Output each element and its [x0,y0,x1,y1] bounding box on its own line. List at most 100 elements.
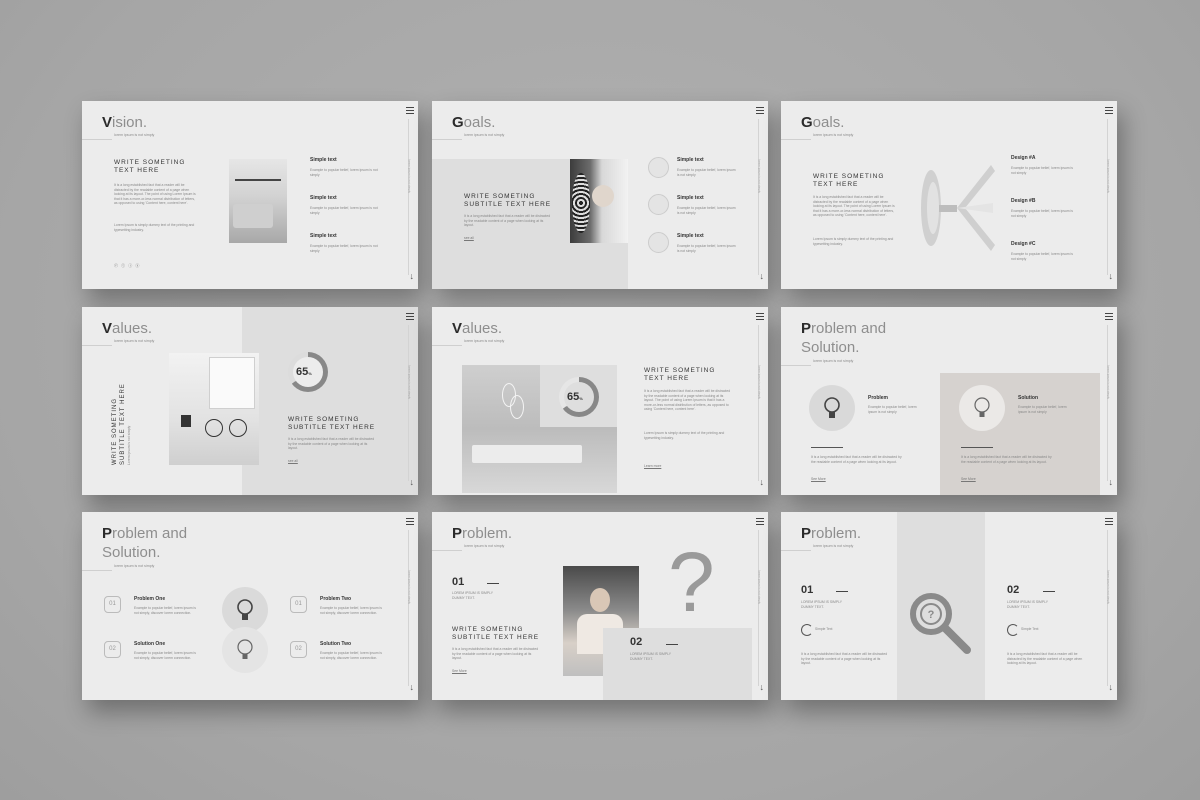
item-desc: Example to popular belief, lorem ipsum i… [320,651,383,660]
see-all-link[interactable]: see all [464,236,474,240]
hamburger-icon[interactable] [406,518,414,525]
step-caption: LOREM IPSUM IS SIMPLY DUMMY TEXT. [630,652,672,661]
arrow-down-icon[interactable]: ↓ [1109,272,1114,281]
arrow-down-icon[interactable]: ↓ [410,478,415,487]
vertical-heading-block: WRITE SOMETING SUBTITLE TEXT HERE Lorem … [112,345,131,465]
arrow-down-icon[interactable]: ↓ [1109,683,1114,692]
vertical-small: Lorem ipsum is not simply [127,425,131,465]
divider [432,345,462,346]
slide-problem-2[interactable]: Problem. lorem ipsum is not simply ? 01 … [781,512,1117,700]
hamburger-icon[interactable] [756,107,764,114]
arrow-down-icon[interactable]: ↓ [760,683,765,692]
hamburger-icon[interactable] [756,313,764,320]
step-caption: LOREM IPSUM IS SIMPLY DUMMY TEXT. [1007,600,1049,609]
slide-subtitle: lorem ipsum is not simply [813,544,854,548]
item-desc: Example to popular belief, lorem ipsum i… [1011,252,1074,261]
body-text: It is a long established fact that a rea… [813,195,895,218]
number-badge: 01 [104,596,121,613]
section-heading: WRITE SOMETING SUBTITLE TEXT HERE [452,626,540,641]
gray-panel [603,628,752,700]
item-desc: Example to popular belief, lorem ipsum i… [310,168,378,177]
divider [781,550,811,551]
item-title: Problem One [134,596,166,602]
side-rule [408,325,409,481]
slide-title: Values. [102,320,153,337]
item-title: Simple text [310,233,337,239]
vertical-caption: lorem ipsum is not simply [408,159,412,193]
body-text: It is a long established fact that a rea… [114,183,196,206]
slide-vision[interactable]: Vision. lorem ipsum is not simply WRITE … [82,101,418,289]
hamburger-icon[interactable] [1105,518,1113,525]
see-more-link[interactable]: See More [452,669,467,673]
see-all-link[interactable]: see all [288,459,298,463]
slide-subtitle: lorem ipsum is not simply [464,339,505,343]
vertical-heading: WRITE SOMETING SUBTITLE TEXT HERE [112,383,126,465]
slide-problem-1[interactable]: Problem. lorem ipsum is not simply 01 LO… [432,512,768,700]
item-title: Solution One [134,641,166,647]
dart-target-illustration [917,163,997,253]
slide-subtitle: lorem ipsum is not simply [464,133,505,137]
body-text: It is a long established fact that a rea… [1007,652,1083,666]
slide-title: Problem and Solution. [102,525,188,561]
item-desc: Example to popular belief, lorem ipsum i… [677,206,736,215]
step-number: 01 [452,576,465,588]
divider [781,139,811,140]
map-pin-icon [648,157,669,178]
slide-values-2[interactable]: Values. lorem ipsum is not simply 65% WR… [432,307,768,495]
item-title: Design #C [1011,241,1036,247]
hamburger-icon[interactable] [406,313,414,320]
arrow-down-icon[interactable]: ↓ [410,683,415,692]
vertical-caption: lorem ipsum is not simply [1107,365,1111,399]
side-rule [1107,530,1108,686]
slide-subtitle: lorem ipsum is not simply [813,133,854,137]
item-desc: Example to popular belief, lorem ipsum i… [868,405,917,414]
body-text: It is a long established fact that a rea… [464,214,551,228]
percent-value: 65% [567,391,583,403]
social-icons[interactable]: ⓕ ⓣ ⓘ ⓨ [114,263,140,269]
dash [1043,591,1055,593]
vertical-caption: lorem ipsum is not simply [1107,159,1111,193]
arrow-down-icon[interactable]: ↓ [760,272,765,281]
see-more-link[interactable]: See More [961,477,976,481]
lightbulb-icon [809,385,855,431]
item-desc: Example to popular belief, lorem ipsum i… [1018,405,1067,414]
hamburger-icon[interactable] [406,107,414,114]
see-more-link[interactable]: See More [811,477,826,481]
slide-problem-solution-2[interactable]: Problem and Solution. lorem ipsum is not… [82,512,418,700]
item-desc: Example to popular belief, lorem ipsum i… [320,606,383,615]
hamburger-icon[interactable] [1105,313,1113,320]
dash [836,591,848,593]
slide-problem-solution-1[interactable]: Problem and Solution. lorem ipsum is not… [781,307,1117,495]
step-number: 02 [1007,584,1020,596]
arrow-down-icon[interactable]: ↓ [410,272,415,281]
side-rule [758,119,759,275]
slide-values-1[interactable]: Values. lorem ipsum is not simply WRITE … [82,307,418,495]
hamburger-icon[interactable] [1105,107,1113,114]
dash [487,583,499,585]
pencil-icon [648,194,669,215]
item-title: Simple text [310,157,337,163]
side-rule [408,119,409,275]
section-heading: WRITE SOMETING SUBTITLE TEXT HERE [464,193,552,208]
number-badge: 02 [104,641,121,658]
step-number: 01 [801,584,814,596]
vertical-caption: lorem ipsum is not simply [408,365,412,399]
learn-more-link[interactable]: Learn more [644,464,661,468]
vertical-caption: lorem ipsum is not simply [758,159,762,193]
item-desc: Example to popular belief, lorem ipsum i… [677,168,736,177]
ring-icon [801,624,813,636]
lightbulb-idea-icon [222,627,268,673]
body-text-2: Lorem Ipsum is simply dummy text of the … [114,223,195,232]
slide-title: Vision. [102,114,148,131]
slide-goals-1[interactable]: Goals. lorem ipsum is not simply WRITE S… [432,101,768,289]
arrow-down-icon[interactable]: ↓ [1109,478,1114,487]
side-rule [1107,325,1108,481]
divider [82,345,112,346]
lightbulb-idea-icon [959,385,1005,431]
slide-title: Problem. [452,525,513,542]
hamburger-icon[interactable] [756,518,764,525]
slide-goals-2[interactable]: Goals. lorem ipsum is not simply WRITE S… [781,101,1117,289]
divider [432,139,462,140]
svg-text:?: ? [928,609,935,621]
arrow-down-icon[interactable]: ↓ [760,478,765,487]
